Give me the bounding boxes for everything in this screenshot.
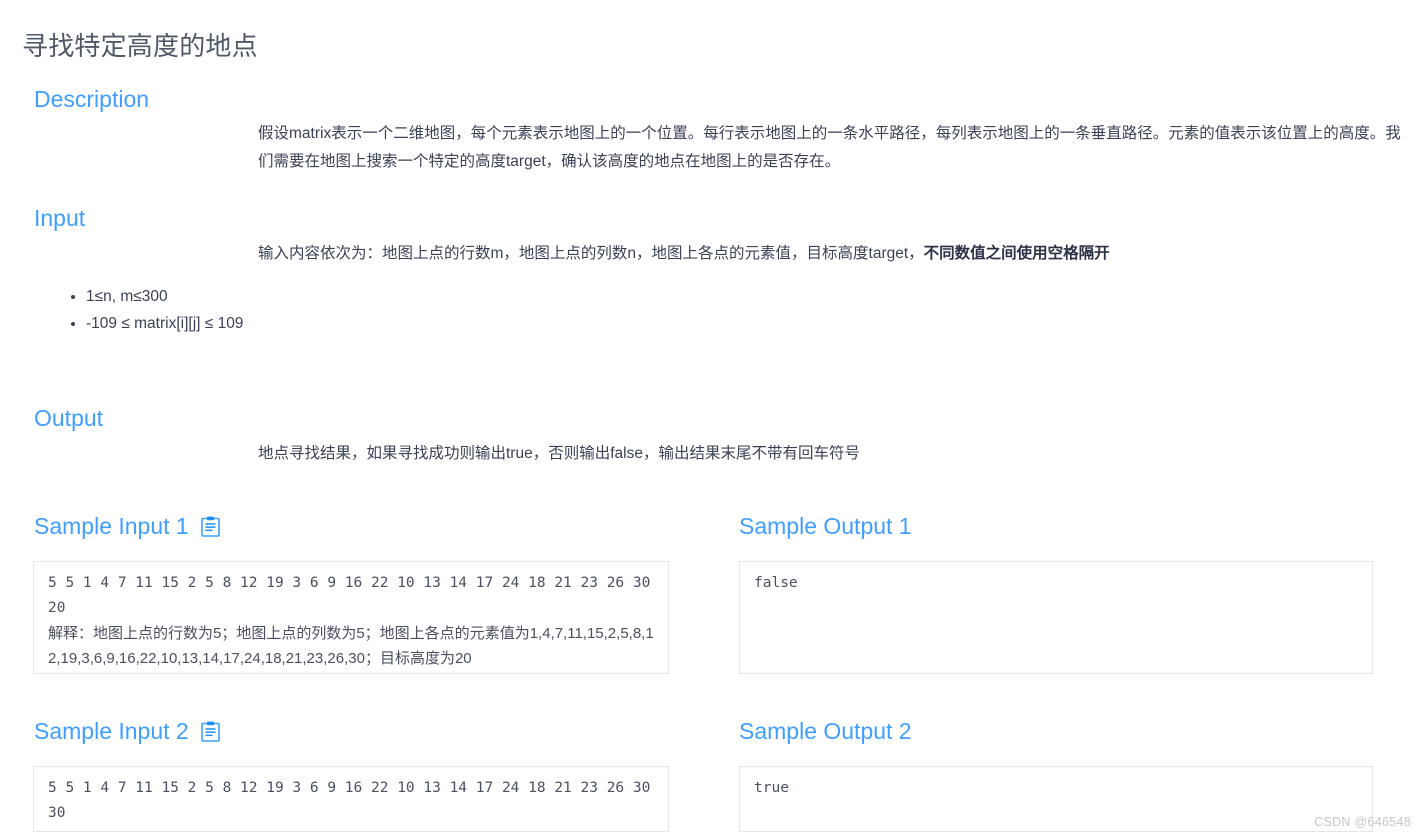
sample-output-1-heading: Sample Output 1 [739, 511, 912, 541]
page-title: 寻找特定高度的地点 [22, 31, 258, 62]
sample-output-2-heading: Sample Output 2 [739, 716, 912, 746]
list-item: 1≤n, m≤300 [70, 284, 243, 310]
csdn-watermark: CSDN @646548 [1314, 815, 1411, 829]
input-paragraph-emphasis: 不同数值之间使用空格隔开 [923, 245, 1110, 262]
section-heading-output: Output [34, 405, 104, 431]
list-item: -109 ≤ matrix[i][j] ≤ 109 [70, 311, 243, 337]
code-line: 5 5 1 4 7 11 15 2 5 8 12 19 3 6 9 16 22 … [48, 780, 651, 796]
section-heading-description: Description [34, 86, 150, 112]
code-line: false [754, 575, 798, 591]
input-paragraph: 输入内容依次为：地图上点的行数m，地图上点的列数n，地图上各点的元素值，目标高度… [258, 240, 1378, 268]
section-heading-input: Input [34, 205, 86, 231]
sample-output-1-label: Sample Output 1 [739, 513, 912, 539]
sample-output-2-label: Sample Output 2 [739, 718, 912, 744]
problem-page: 寻找特定高度的地点 Description 假设matrix表示一个二维地图，每… [0, 0, 1425, 835]
sample-input-2-label: Sample Input 2 [34, 718, 189, 744]
description-paragraph: 假设matrix表示一个二维地图，每个元素表示地图上的一个位置。每行表示地图上的… [258, 125, 1401, 170]
code-line: 20 [48, 600, 66, 616]
sample-output-2-code-block: true [739, 766, 1373, 832]
sample-input-2-heading: Sample Input 2 [34, 716, 220, 746]
input-paragraph-normal: 输入内容依次为：地图上点的行数m，地图上点的列数n，地图上各点的元素值，目标高度… [258, 245, 924, 262]
sample-input-1-label: Sample Input 1 [34, 513, 189, 539]
sample-input-1-heading: Sample Input 1 [34, 511, 220, 541]
code-line-explanation: 解释：地图上点的行数为5；地图上点的列数为5；地图上各点的元素值为1,4,7,1… [48, 625, 654, 667]
clipboard-copy-icon[interactable] [200, 721, 220, 742]
clipboard-copy-icon[interactable] [200, 516, 220, 537]
code-line: 5 5 1 4 7 11 15 2 5 8 12 19 3 6 9 16 22 … [48, 575, 651, 591]
output-paragraph: 地点寻找结果，如果寻找成功则输出true，否则输出false，输出结果末尾不带有… [258, 445, 860, 462]
code-line: true [754, 780, 789, 796]
code-line: 30 [48, 805, 66, 821]
sample-input-1-code-block: 5 5 1 4 7 11 15 2 5 8 12 19 3 6 9 16 22 … [33, 561, 669, 674]
input-constraints-list: 1≤n, m≤300 -109 ≤ matrix[i][j] ≤ 109 [58, 284, 243, 338]
sample-input-2-code-block: 5 5 1 4 7 11 15 2 5 8 12 19 3 6 9 16 22 … [33, 766, 669, 832]
sample-output-1-code-block: false [739, 561, 1373, 674]
